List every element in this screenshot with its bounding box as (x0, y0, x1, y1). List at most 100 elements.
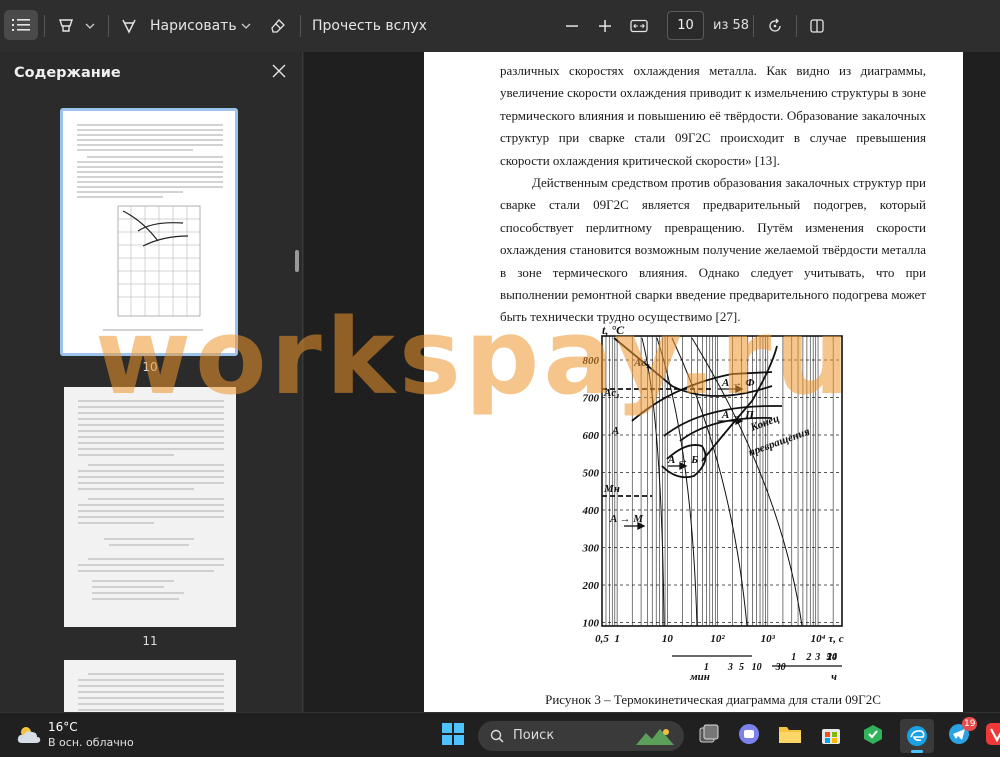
ac3-label: Ac₃ (633, 357, 650, 369)
read-aloud-button[interactable]: Прочесть вслух (312, 12, 427, 40)
page-number-value: 10 (677, 18, 694, 33)
x-min-tick-label: 10 (752, 662, 762, 673)
x-min-tick-label: 30 (775, 662, 786, 673)
x-tick-label: 0,5 (595, 633, 609, 645)
thumbnail-preview (77, 124, 223, 331)
cloud-icon (17, 727, 41, 743)
active-indicator (911, 750, 923, 753)
document-viewport: различных скоростях охлаждения металла. … (304, 52, 1000, 712)
minus-icon (566, 25, 578, 27)
edge-button[interactable] (900, 719, 934, 753)
windows-icon (442, 723, 464, 745)
toolbar-divider (44, 15, 45, 37)
toolbar-divider (796, 15, 797, 37)
y-tick-label: 800 (583, 355, 600, 367)
plus-icon (599, 20, 611, 32)
task-view-button[interactable] (698, 723, 722, 747)
chat-icon (739, 724, 759, 744)
draw-icon (122, 19, 136, 34)
x-hours-tick-label: 1 (791, 652, 796, 663)
page-text: различных скоростях охлаждения металла. … (500, 60, 926, 329)
x-tick-label: 1 (614, 633, 620, 645)
a-b-label: A → Б (667, 454, 698, 466)
search-box[interactable]: Поиск (478, 721, 684, 751)
page-view-button[interactable] (804, 12, 830, 40)
page-number-input[interactable]: 10 (667, 11, 704, 40)
x-hours-tick-label: 3 (814, 652, 820, 663)
ac1-label: Ac₁ (603, 387, 620, 399)
figure-caption: Рисунок 3 – Термокинетическая диаграмма … (545, 692, 881, 707)
fit-width-icon (630, 19, 648, 33)
x-tick-label: 10³ (761, 633, 776, 645)
fit-width-button[interactable] (626, 12, 652, 40)
thumbnail-page-number: 11 (142, 634, 158, 648)
taskbar: 16°C В осн. облачно Поиск 19 (0, 712, 1000, 757)
page-thumbnail-10[interactable] (60, 108, 238, 356)
draw-label: Нарисовать (150, 18, 237, 34)
y-tick-label: 300 (582, 543, 600, 555)
draw-button[interactable]: Нарисовать (120, 12, 237, 40)
contents-sidebar: Содержание 10 11 (0, 52, 303, 712)
thumbnail-page-number: 10 (142, 360, 158, 374)
zoom-in-button[interactable] (593, 12, 617, 40)
x-min-tick-label: 5 (739, 662, 744, 673)
toolbar: Нарисовать Прочесть вслух 10 из 58 (0, 0, 1000, 52)
highlighter-icon (59, 19, 73, 32)
page-thumbnail-12[interactable] (64, 660, 236, 712)
search-placeholder: Поиск (513, 728, 555, 743)
paragraph: Действенным средством против образования… (500, 175, 926, 325)
toolbar-divider (753, 15, 754, 37)
start-button[interactable] (442, 723, 466, 747)
y-tick-label: 400 (582, 505, 600, 517)
close-sidebar-button[interactable] (266, 58, 292, 84)
folder-icon (779, 727, 801, 743)
eraser-icon (271, 19, 285, 33)
thumbnail-preview (78, 673, 224, 711)
search-highlight-icon (636, 729, 674, 745)
rotate-button[interactable] (762, 12, 788, 40)
sidebar-title: Содержание (14, 65, 121, 81)
page-view-icon (810, 19, 824, 33)
zoom-out-button[interactable] (560, 12, 584, 40)
x-hours-label: ч (831, 671, 837, 683)
eraser-button[interactable] (264, 12, 292, 40)
contents-button[interactable] (4, 10, 38, 40)
rotate-icon (769, 18, 781, 32)
file-explorer-button[interactable] (778, 723, 802, 747)
x-tick-label: 10⁴ (811, 633, 826, 645)
app-button-2[interactable] (986, 723, 1000, 747)
teams-button[interactable] (738, 723, 762, 747)
austenite-label: A (611, 425, 619, 437)
document-page: различных скоростях охлаждения металла. … (424, 52, 963, 712)
a-f-label: A → Ф (721, 377, 755, 389)
toolbar-divider (300, 15, 301, 37)
cooling-curve-1 (641, 337, 665, 627)
close-icon (272, 64, 286, 78)
x-min-tick-label: 3 (727, 662, 733, 673)
store-icon (822, 729, 840, 744)
x-tick-label: τ, c (828, 633, 843, 645)
x-hours-tick-label: 24 (826, 652, 837, 663)
notification-badge: 19 (962, 717, 978, 731)
store-button[interactable] (820, 723, 844, 747)
a-m-label: A → M (609, 513, 644, 525)
thumbnail-preview (78, 400, 224, 600)
page-thumbnail-11[interactable] (64, 387, 236, 627)
sidebar-scrollbar[interactable] (295, 250, 299, 272)
list-icon (12, 19, 30, 31)
y-axis-label: t, °C (602, 326, 625, 337)
weather-description: В осн. облачно (48, 736, 134, 749)
telegram-button[interactable]: 19 (948, 717, 978, 747)
app-button[interactable] (862, 723, 886, 747)
y-tick-label: 100 (583, 618, 600, 630)
toolbar-divider (108, 15, 109, 37)
chevron-down-icon[interactable] (241, 21, 251, 31)
highlight-button[interactable] (52, 12, 100, 40)
x-min-tick-label: 1 (704, 662, 709, 673)
y-tick-label: 500 (583, 468, 600, 480)
weather-widget[interactable]: 16°C В осн. облачно (14, 719, 154, 753)
temperature: 16°C (48, 720, 78, 734)
vivaldi-icon (986, 723, 1000, 745)
a-p-label: A → П (721, 409, 754, 421)
y-tick-label: 600 (583, 430, 600, 442)
